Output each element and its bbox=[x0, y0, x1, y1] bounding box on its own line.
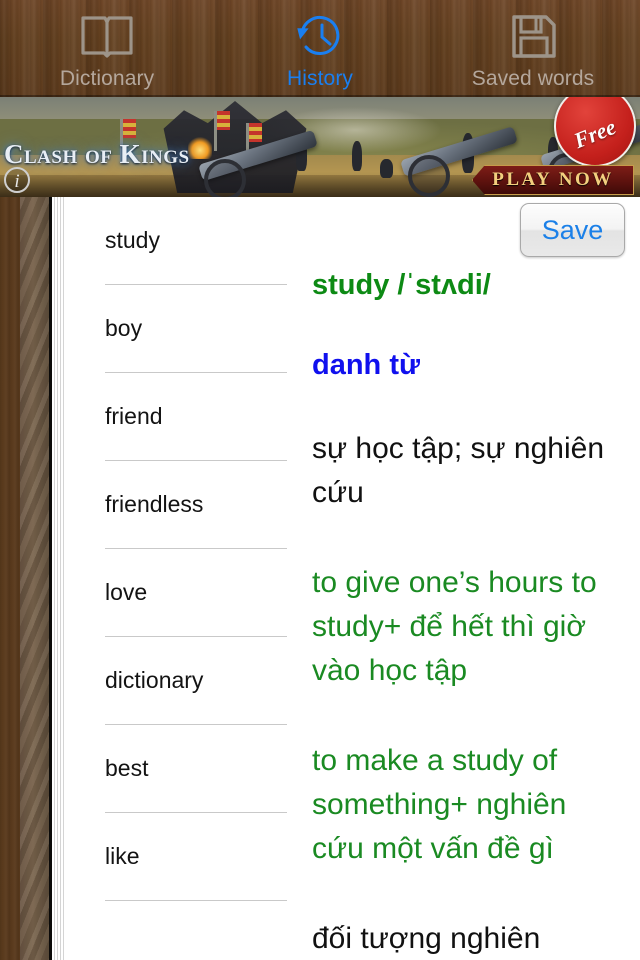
ad-cannon-wheel bbox=[204, 159, 246, 197]
list-item[interactable]: dictionary bbox=[66, 637, 302, 725]
list-item[interactable]: boy bbox=[66, 285, 302, 373]
info-icon[interactable]: i bbox=[4, 167, 30, 193]
example-text: to make a study of something+ nghiên cứu… bbox=[312, 744, 567, 865]
floppy-disk-icon bbox=[505, 11, 561, 63]
list-item[interactable]: friend bbox=[66, 373, 302, 461]
tab-saved-words-label: Saved words bbox=[471, 67, 595, 90]
word-label: best bbox=[105, 755, 149, 781]
ad-cannon-wheel bbox=[408, 155, 450, 197]
history-word-list[interactable]: study boy friend friendless love diction… bbox=[66, 197, 302, 960]
content-panel: study boy friend friendless love diction… bbox=[66, 197, 640, 960]
tab-dictionary[interactable]: Dictionary bbox=[7, 0, 207, 97]
word-label: friendless bbox=[105, 491, 204, 517]
ad-flag-cloth bbox=[123, 119, 136, 138]
book-page-edges bbox=[52, 197, 66, 960]
save-button[interactable]: Save bbox=[520, 203, 625, 257]
sense-text: đối tượng nghiên bbox=[312, 922, 541, 955]
tab-dictionary-label: Dictionary bbox=[59, 67, 155, 90]
tab-history[interactable]: History bbox=[220, 0, 420, 97]
list-item[interactable]: like bbox=[66, 813, 302, 901]
ad-play-now-button[interactable]: PLAY NOW bbox=[472, 165, 634, 195]
word-label: boy bbox=[105, 315, 143, 341]
book-icon bbox=[79, 11, 135, 63]
headword: study /ˈstʌdi/ bbox=[312, 269, 491, 301]
tab-bar: Dictionary History Saved words bbox=[0, 0, 640, 97]
save-button-label: Save bbox=[541, 215, 604, 245]
list-item[interactable]: study bbox=[66, 197, 302, 285]
book-stage: study boy friend friendless love diction… bbox=[0, 197, 640, 960]
ad-soldier bbox=[352, 141, 362, 171]
tab-saved-words[interactable]: Saved words bbox=[433, 0, 633, 97]
book-spine-edge bbox=[20, 197, 49, 960]
definition-content: study /ˈstʌdi/ danh từ sự học tập; sự ng… bbox=[302, 263, 640, 960]
ad-banner[interactable]: Clash of Kings i Free PLAY NOW bbox=[0, 97, 640, 197]
part-of-speech: danh từ bbox=[312, 349, 420, 381]
word-label: friend bbox=[105, 403, 163, 429]
clock-history-icon bbox=[292, 11, 348, 63]
ad-flag-cloth bbox=[217, 111, 230, 130]
sense-text: sự học tập; sự nghiên cứu bbox=[312, 432, 605, 509]
word-label: study bbox=[105, 227, 160, 253]
word-label: love bbox=[105, 579, 148, 605]
definition-pane: Save study /ˈstʌdi/ danh từ sự học tập; … bbox=[302, 197, 640, 960]
ad-title: Clash of Kings bbox=[4, 139, 190, 169]
ad-free-badge-label: Free bbox=[570, 113, 620, 154]
ad-soldier bbox=[380, 159, 393, 178]
list-item[interactable]: friendless bbox=[66, 461, 302, 549]
word-label: dictionary bbox=[105, 667, 204, 693]
list-separator bbox=[105, 900, 287, 901]
tab-history-label: History bbox=[286, 67, 354, 90]
list-item[interactable]: love bbox=[66, 549, 302, 637]
ad-play-now-label: PLAY NOW bbox=[492, 169, 614, 190]
ad-flag-cloth bbox=[249, 123, 262, 142]
app-root: Dictionary History Saved words Clash of … bbox=[0, 0, 640, 960]
list-item[interactable]: best bbox=[66, 725, 302, 813]
word-label: like bbox=[105, 843, 140, 869]
example-text: to give one’s hours to study+ để hết thì… bbox=[312, 566, 597, 687]
